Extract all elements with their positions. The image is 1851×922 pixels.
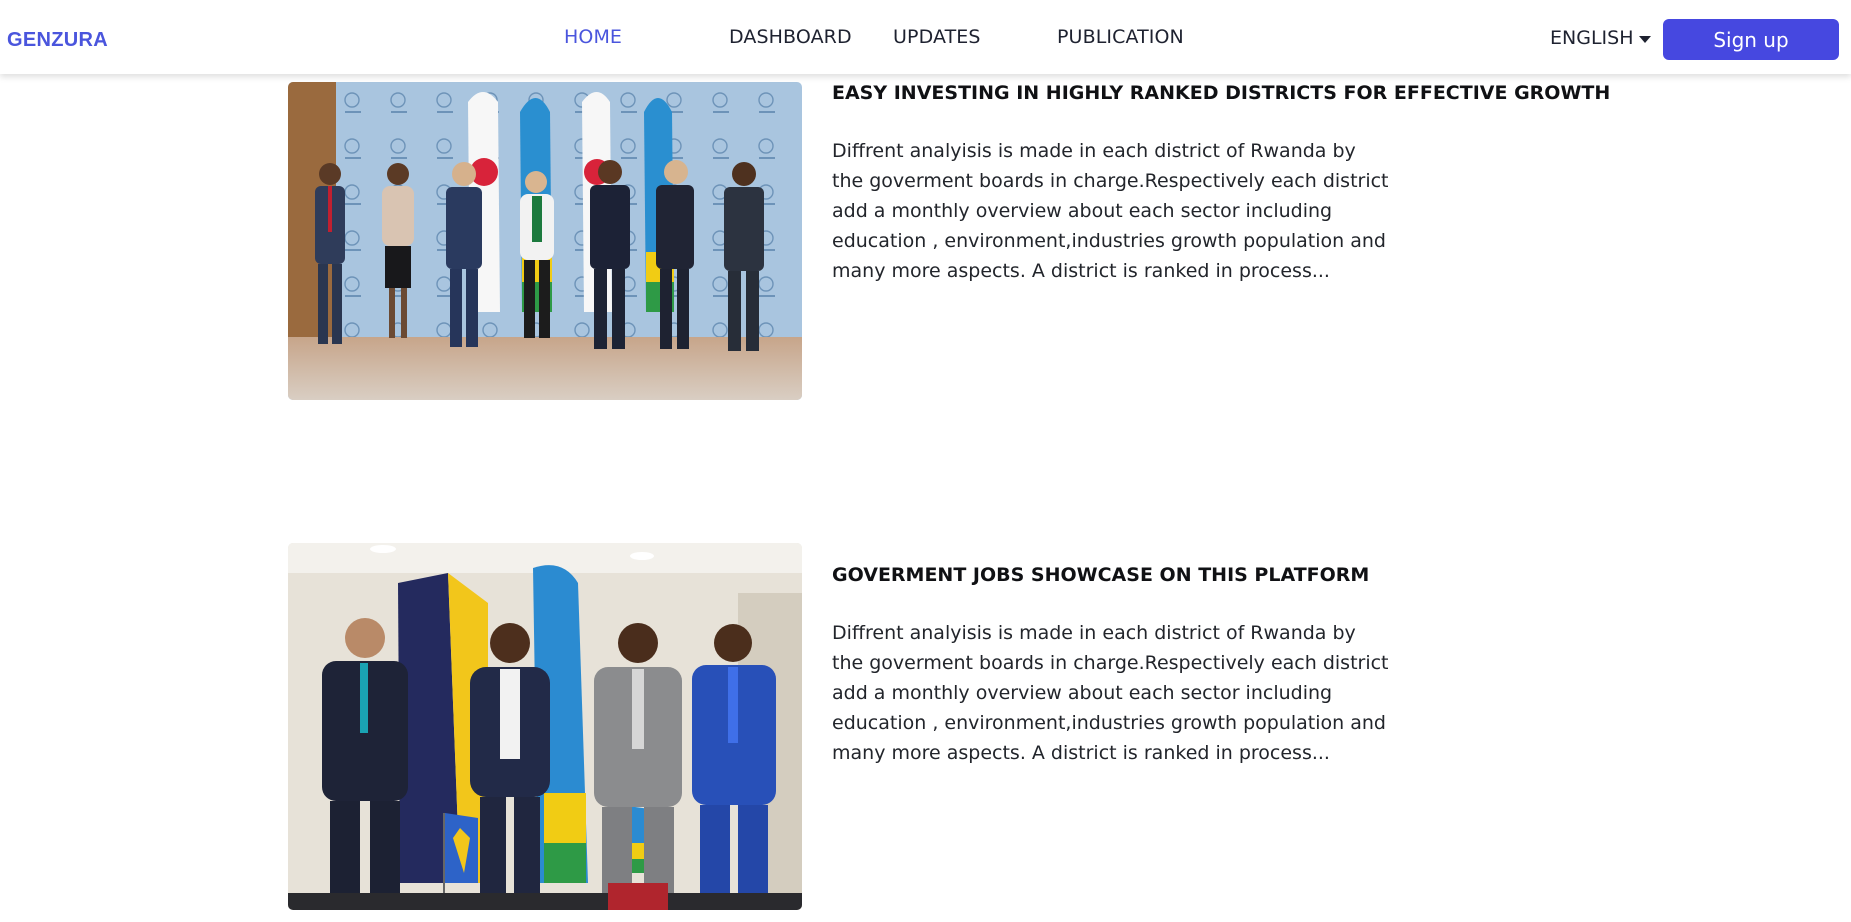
- language-label: ENGLISH: [1550, 27, 1634, 49]
- nav-publication[interactable]: PUBLICATION: [1057, 26, 1184, 48]
- top-navbar: GENZURA HOME DASHBOARD UPDATES PUBLICATI…: [0, 0, 1851, 74]
- nav-home[interactable]: HOME: [564, 26, 622, 48]
- article-excerpt: Diffrent analyisis is made in each distr…: [832, 622, 1389, 764]
- article-excerpt: Diffrent analyisis is made in each distr…: [832, 140, 1389, 282]
- article-title[interactable]: EASY INVESTING IN HIGHLY RANKED DISTRICT…: [832, 82, 1610, 104]
- caret-down-icon: [1639, 36, 1652, 43]
- signup-button[interactable]: Sign up: [1663, 19, 1839, 60]
- nav-updates[interactable]: UPDATES: [893, 26, 981, 48]
- language-selector[interactable]: ENGLISH: [1550, 27, 1652, 49]
- brand-logo[interactable]: GENZURA: [7, 29, 108, 52]
- group-photo: [288, 82, 802, 400]
- article-image[interactable]: [288, 543, 802, 910]
- article-title[interactable]: GOVERMENT JOBS SHOWCASE ON THIS PLATFORM: [832, 564, 1369, 586]
- group-photo: [288, 543, 802, 910]
- nav-dashboard[interactable]: DASHBOARD: [729, 26, 852, 48]
- article-image[interactable]: [288, 82, 802, 400]
